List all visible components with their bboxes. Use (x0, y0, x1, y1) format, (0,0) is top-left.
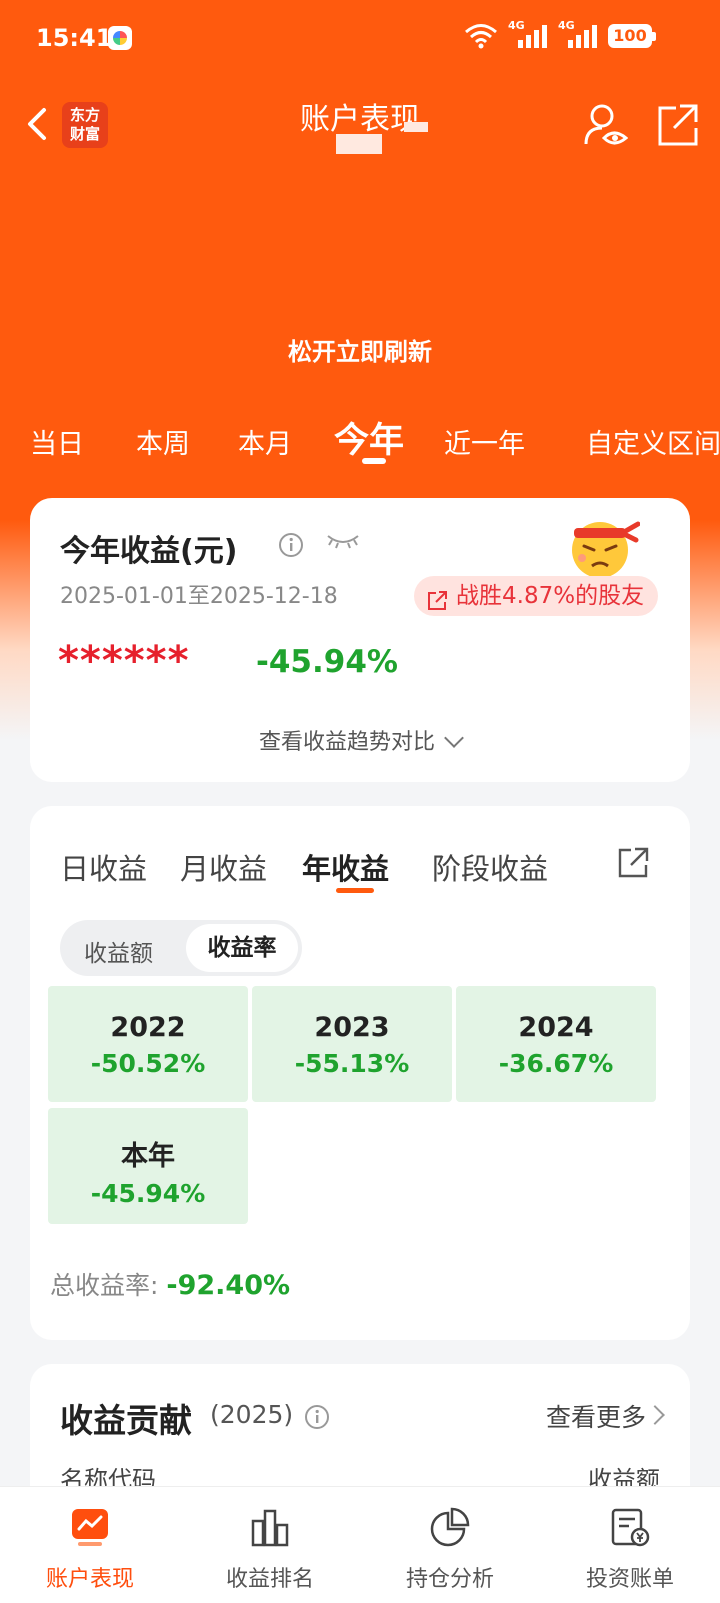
date-range: 2025-01-01至2025-12-18 (60, 584, 338, 609)
year-value: -36.67% (498, 1049, 614, 1078)
nav-label: 收益排名 (225, 1567, 314, 1592)
bar-icon (250, 1507, 290, 1547)
signal-icon: 4G (508, 19, 548, 50)
pull-refresh-hint: 松开立即刷新 (288, 338, 432, 366)
nav-label: 账户表现 (45, 1567, 134, 1592)
year-cell[interactable]: 2023 -55.13% (252, 986, 452, 1102)
masked-amount: ****** (58, 638, 190, 684)
tab-custom[interactable]: 自定义区间 (586, 422, 720, 461)
info-icon[interactable] (304, 1404, 330, 1430)
year-value: -55.13% (294, 1049, 410, 1078)
nav-label: 投资账单 (585, 1567, 674, 1592)
signal-label: 4G (508, 19, 525, 32)
year-label: 2024 (518, 1012, 594, 1043)
signal-label: 4G (558, 19, 575, 32)
user-view-icon[interactable] (584, 102, 629, 148)
year-cell[interactable]: 2024 -36.67% (456, 986, 656, 1102)
year-label: 本年 (121, 1141, 175, 1172)
info-icon[interactable] (278, 532, 304, 558)
bottom-nav: 账户表现 收益排名 持仓分析 投资账单 (0, 1486, 720, 1603)
beat-badge[interactable]: 战胜4.87%的股友 (414, 576, 659, 616)
pie-icon (430, 1507, 470, 1547)
trend-link-label: 查看收益趋势对比 (258, 730, 435, 755)
year-value: -50.52% (90, 1049, 206, 1078)
tab-this-year[interactable]: 今年 (334, 412, 404, 463)
contribution-year: (2025) (210, 1400, 294, 1429)
chevron-down-icon (444, 728, 464, 748)
summary-title: 今年收益(元) (60, 534, 238, 569)
segment-amount[interactable]: 收益额 (84, 934, 153, 968)
account-mask (336, 134, 382, 154)
nav-item-holdings[interactable]: 持仓分析 (360, 1487, 540, 1603)
year-value: -45.94% (90, 1179, 206, 1208)
share-icon[interactable] (656, 102, 700, 148)
tab-month[interactable]: 本月 (238, 422, 292, 461)
year-cell[interactable]: 2022 -50.52% (48, 986, 248, 1102)
nav-bar: 东方 财富 账户表现 (0, 90, 720, 170)
account-mask (404, 122, 428, 132)
hide-eye-icon[interactable] (326, 532, 360, 550)
total-value: -92.40% (166, 1270, 291, 1301)
signal-icon: 4G (558, 19, 598, 50)
return-percent: -45.94% (256, 644, 398, 680)
nav-item-performance[interactable]: 账户表现 (0, 1487, 180, 1603)
year-label: 2023 (314, 1012, 390, 1043)
bill-icon (610, 1507, 650, 1547)
beat-text: 战胜4.87%的股友 (456, 583, 645, 609)
nav-item-statement[interactable]: 投资账单 (540, 1487, 720, 1603)
period-tabs: 当日 本周 本月 今年 近一年 自定义区间 (0, 408, 720, 468)
tab-week[interactable]: 本周 (136, 422, 190, 461)
returns-card: 日收益 月收益 年收益 阶段收益 收益额 收益率 2022 -50.52% 20… (30, 806, 690, 1340)
status-bar: 15:41 4G 4G 100 (0, 0, 720, 80)
summary-card: 今年收益(元) 2025-01-01至2025-12-18 战胜4.87%的股友… (30, 498, 690, 782)
tab-yearly[interactable]: 年收益 (302, 846, 389, 888)
tab-monthly[interactable]: 月收益 (180, 846, 267, 888)
app-notification-icon (108, 26, 132, 50)
year-label: 2022 (110, 1012, 186, 1043)
metric-toggle: 收益额 收益率 (60, 920, 302, 976)
total-label: 总收益率: (50, 1271, 167, 1300)
view-more-link[interactable]: 查看更多 (546, 1398, 646, 1434)
chart-icon (70, 1507, 110, 1547)
status-time: 15:41 (36, 24, 113, 52)
chevron-right-icon (645, 1405, 665, 1425)
total-return: 总收益率: -92.40% (50, 1266, 290, 1302)
nav-item-ranking[interactable]: 收益排名 (180, 1487, 360, 1603)
battery-icon: 100 (608, 24, 656, 48)
trend-compare-link[interactable]: 查看收益趋势对比 (30, 724, 690, 756)
angry-face-icon (566, 512, 641, 580)
share-icon (426, 585, 448, 610)
tab-today[interactable]: 当日 (30, 422, 84, 461)
tab-indicator (336, 888, 374, 893)
contribution-title: 收益贡献 (60, 1401, 192, 1440)
share-icon[interactable] (616, 846, 650, 880)
tab-last-year[interactable]: 近一年 (444, 422, 525, 461)
year-cell[interactable]: 本年 -45.94% (48, 1108, 248, 1224)
segment-rate[interactable]: 收益率 (186, 924, 298, 972)
wifi-icon (464, 23, 498, 49)
tab-daily[interactable]: 日收益 (60, 846, 147, 888)
tab-indicator (362, 458, 386, 464)
nav-label: 持仓分析 (405, 1567, 494, 1592)
tab-stage[interactable]: 阶段收益 (432, 846, 548, 888)
